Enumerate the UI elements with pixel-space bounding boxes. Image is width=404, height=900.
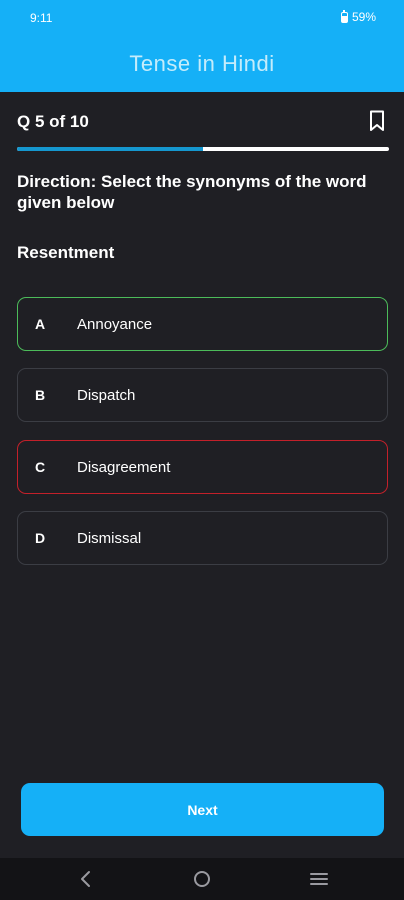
option-text: Dispatch — [77, 386, 136, 404]
option-b[interactable]: B Dispatch — [17, 368, 388, 422]
system-nav-bar — [0, 858, 404, 900]
option-letter: A — [35, 316, 46, 332]
option-text: Disagreement — [77, 458, 171, 476]
next-button[interactable]: Next — [21, 783, 384, 836]
option-text: Annoyance — [77, 315, 153, 333]
question-header: Q 5 of 10 — [17, 110, 389, 134]
app-title: Tense in Hindi — [129, 51, 275, 76]
home-icon[interactable] — [193, 870, 211, 888]
back-icon[interactable] — [78, 870, 94, 888]
option-c[interactable]: C Disagreement — [17, 440, 388, 494]
question-word: Resentment — [17, 243, 115, 262]
status-bar: 9:11 59% — [0, 0, 404, 36]
progress-fill — [17, 147, 203, 151]
question-counter: Q 5 of 10 — [17, 112, 89, 131]
battery-icon — [340, 9, 348, 23]
app-bar: Tense in Hindi — [0, 36, 404, 92]
option-letter: C — [35, 459, 46, 475]
option-a[interactable]: A Annoyance — [17, 297, 388, 351]
battery-percent: 59% — [351, 10, 376, 24]
option-letter: D — [35, 530, 46, 546]
battery-indicator: 59% — [340, 9, 376, 24]
status-time: 9:11 — [30, 11, 53, 25]
option-letter: B — [35, 387, 46, 403]
question-direction: Direction: Select the synonyms of the wo… — [17, 172, 367, 212]
question-progress-bar — [17, 147, 389, 151]
bookmark-icon[interactable] — [369, 110, 385, 132]
option-text: Dismissal — [77, 529, 142, 547]
menu-icon[interactable] — [310, 870, 328, 888]
option-d[interactable]: D Dismissal — [17, 511, 388, 565]
